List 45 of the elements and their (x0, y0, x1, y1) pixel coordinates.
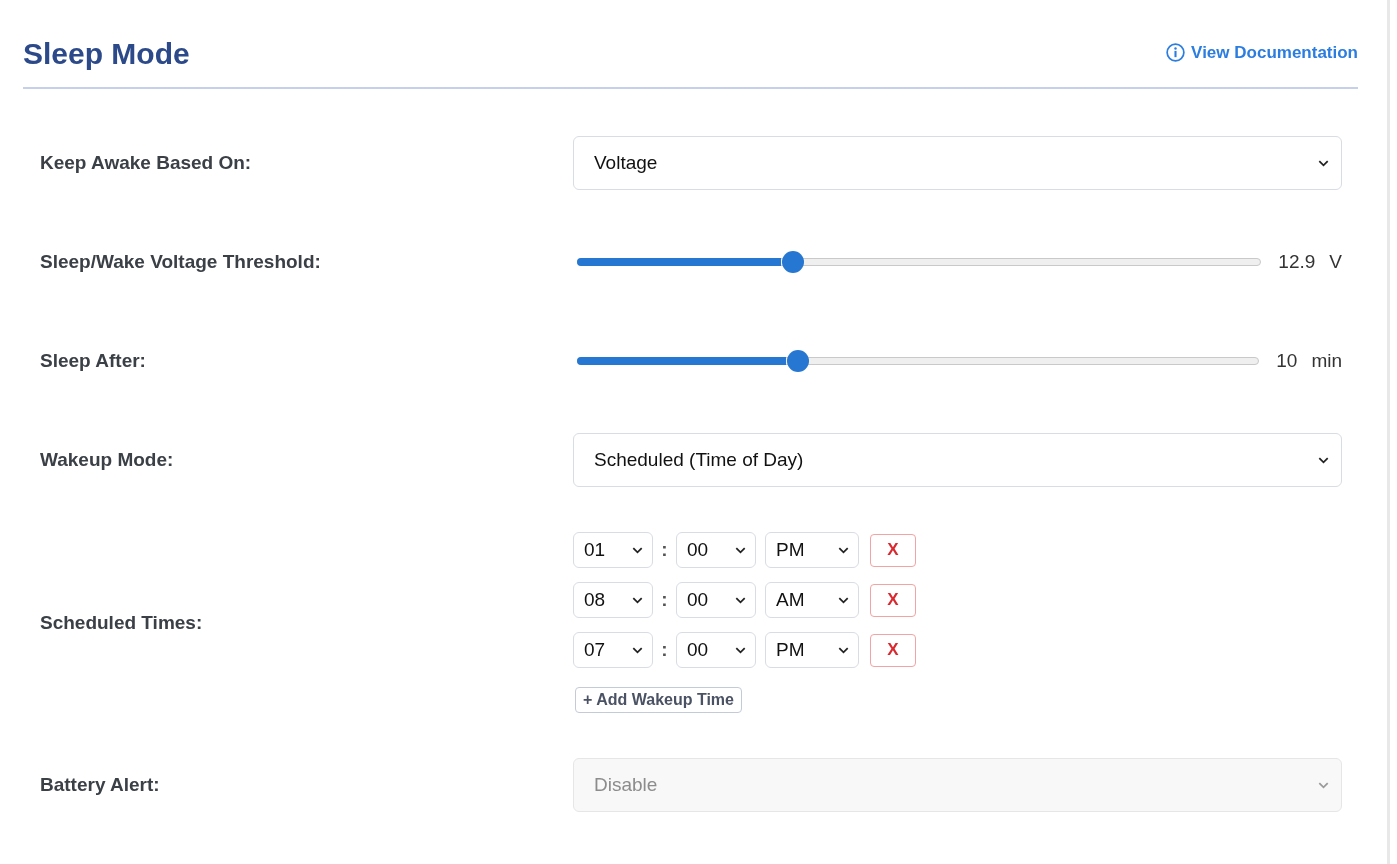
slider-thumb[interactable] (781, 251, 804, 273)
documentation-link[interactable]: View Documentation (1166, 42, 1358, 63)
chevron-down-icon (838, 596, 849, 604)
slider-thumb[interactable] (787, 350, 810, 372)
chevron-down-icon (838, 646, 849, 654)
remove-time-button[interactable]: X (870, 633, 916, 667)
field-label: Battery Alert: (40, 774, 160, 796)
chevron-down-icon (735, 596, 746, 604)
slider-value: 10 (1276, 350, 1298, 372)
chevron-down-icon (1318, 456, 1329, 464)
page-title: Sleep Mode (23, 36, 190, 72)
field-label: Sleep/Wake Voltage Threshold: (40, 251, 321, 273)
dropdown[interactable]: Voltage (573, 136, 1342, 190)
am-pm-dropdown[interactable]: AM (765, 582, 859, 618)
unit-label: min (1311, 350, 1342, 372)
chevron-down-icon (735, 546, 746, 554)
chevron-down-icon (838, 546, 849, 554)
chevron-down-icon (632, 646, 643, 654)
remove-time-button[interactable]: X (870, 583, 916, 617)
slider-value: 12.9 (1278, 251, 1316, 273)
minute-dropdown[interactable]: 00 (676, 632, 756, 668)
remove-time-button[interactable]: X (870, 533, 916, 567)
time-separator: : (660, 639, 669, 661)
chevron-down-icon (632, 596, 643, 604)
time-separator: : (660, 539, 669, 561)
field-label: Keep Awake Based On: (40, 152, 252, 174)
am-pm-dropdown[interactable]: PM (765, 532, 859, 568)
hour-dropdown[interactable]: 01 (573, 532, 653, 568)
hour-dropdown[interactable]: 07 (573, 632, 653, 668)
field-label: Scheduled Times: (40, 611, 203, 634)
chevron-down-icon (1318, 159, 1329, 167)
dropdown[interactable]: Scheduled (Time of Day) (573, 433, 1342, 487)
chevron-down-icon (735, 646, 746, 654)
chevron-down-icon (1318, 781, 1329, 789)
time-separator: : (660, 589, 669, 611)
add-wakeup-time-button[interactable]: + Add Wakeup Time (575, 687, 742, 713)
am-pm-dropdown[interactable]: PM (765, 632, 859, 668)
field-label: Sleep After: (40, 350, 146, 372)
unit-label: V (1329, 251, 1342, 273)
minute-dropdown[interactable]: 00 (676, 532, 756, 568)
minute-dropdown[interactable]: 00 (676, 582, 756, 618)
chevron-down-icon (632, 546, 643, 554)
field-label: Wakeup Mode: (40, 449, 174, 471)
info-icon (1166, 43, 1186, 62)
hour-dropdown[interactable]: 08 (573, 582, 653, 618)
